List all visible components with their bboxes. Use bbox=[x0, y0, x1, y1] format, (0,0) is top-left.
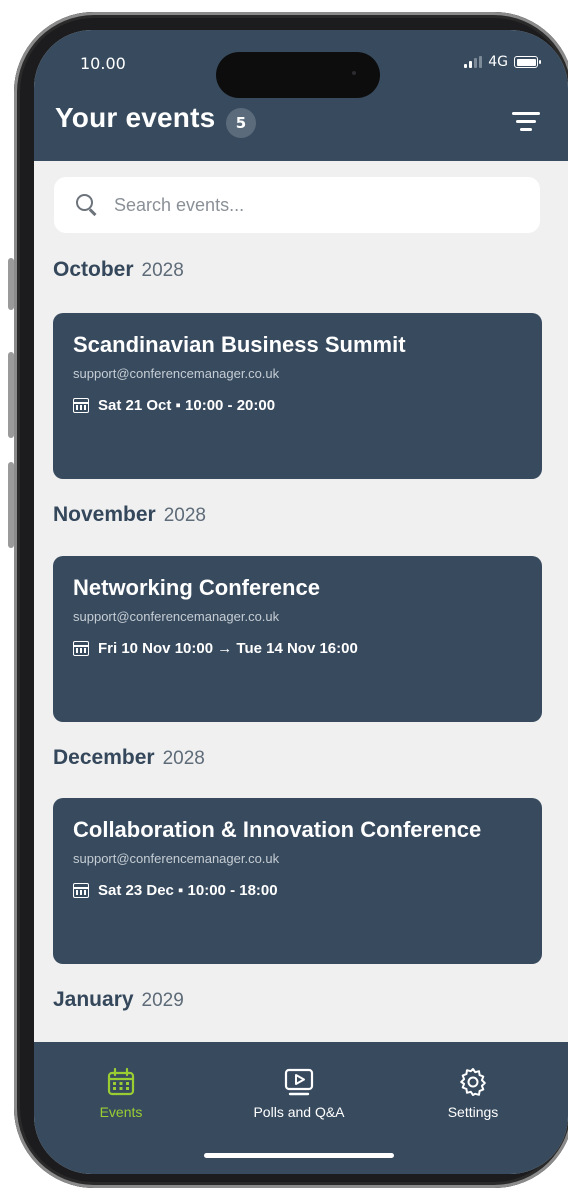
home-indicator[interactable] bbox=[204, 1153, 394, 1158]
event-date: Sat 21 Oct ▪ 10:00 - 20:00 bbox=[73, 397, 522, 414]
tab-polls-label: Polls and Q&A bbox=[253, 1104, 345, 1120]
tab-settings-label: Settings bbox=[447, 1104, 499, 1120]
dynamic-island bbox=[216, 52, 380, 98]
page-title: Your events bbox=[55, 102, 216, 133]
search-bar[interactable] bbox=[54, 177, 540, 233]
search-input[interactable] bbox=[114, 194, 494, 216]
gear-icon bbox=[460, 1068, 486, 1096]
signal-icon bbox=[464, 56, 483, 68]
tab-events-label: Events bbox=[99, 1104, 143, 1120]
event-email: support@conferencemanager.co.uk bbox=[73, 851, 280, 866]
calendar-icon bbox=[73, 641, 89, 656]
tab-events[interactable]: Events bbox=[56, 1066, 186, 1120]
calendar-icon bbox=[73, 883, 89, 898]
event-card[interactable]: Collaboration & Innovation Conference su… bbox=[53, 798, 542, 964]
event-email: support@conferencemanager.co.uk bbox=[73, 609, 280, 624]
event-title: Scandinavian Business Summit bbox=[73, 332, 406, 357]
battery-icon bbox=[514, 56, 541, 68]
event-count-badge: 5 bbox=[226, 108, 256, 138]
event-title: Networking Conference bbox=[73, 575, 320, 600]
search-icon bbox=[76, 194, 98, 216]
tab-settings[interactable]: Settings bbox=[408, 1066, 538, 1120]
status-time: 10.00 bbox=[80, 54, 126, 73]
event-date: Sat 23 Dec ▪ 10:00 - 18:00 bbox=[73, 882, 522, 899]
month-header-january: January 2029 bbox=[53, 988, 184, 1011]
app-screen: 10.00 4G Your events 5 October2028 Scand… bbox=[34, 30, 568, 1174]
month-header-december: December 2028 bbox=[53, 746, 205, 769]
filter-icon[interactable] bbox=[512, 112, 540, 134]
month-header-october: October 2028 bbox=[53, 258, 184, 281]
month-header-november: November 2028 bbox=[53, 503, 206, 526]
network-label: 4G bbox=[488, 54, 508, 70]
event-card[interactable]: Networking Conference support@conference… bbox=[53, 556, 542, 722]
status-indicators: 4G bbox=[464, 54, 541, 70]
tab-polls[interactable]: Polls and Q&A bbox=[234, 1066, 364, 1120]
app-header: 10.00 4G Your events 5 bbox=[34, 30, 568, 161]
event-date: Fri 10 Nov 10:00 → Tue 14 Nov 16:00 bbox=[73, 640, 522, 657]
event-email: support@conferencemanager.co.uk bbox=[73, 366, 280, 381]
play-screen-icon bbox=[284, 1068, 314, 1096]
calendar-icon bbox=[107, 1067, 135, 1096]
tab-bar: Events Polls and Q&A Settings bbox=[34, 1042, 568, 1174]
event-title: Collaboration & Innovation Conference bbox=[73, 817, 482, 842]
calendar-icon bbox=[73, 398, 89, 413]
event-card[interactable]: Scandinavian Business Summit support@con… bbox=[53, 313, 542, 479]
